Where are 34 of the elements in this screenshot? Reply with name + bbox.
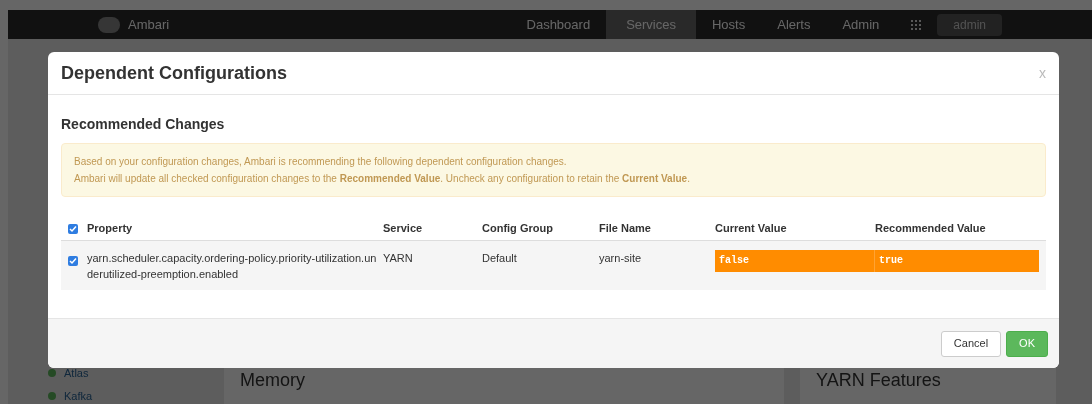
grid-icon[interactable]: [911, 19, 922, 30]
column-header: File Name: [599, 221, 652, 237]
column-header: Property: [87, 221, 134, 237]
nav-tab[interactable]: Alerts: [761, 10, 827, 39]
alert-text: Based on your configuration changes, Ambari is recommending the following dependent configuration changes.: [74, 155, 568, 169]
checkbox[interactable]: [68, 223, 78, 234]
column-header: Service: [383, 221, 424, 237]
sidebar-link[interactable]: Kafka: [64, 387, 93, 404]
column-header: Recommended Value: [875, 221, 987, 237]
column-header: Config Group: [482, 221, 554, 237]
brand-name[interactable]: Ambari: [128, 14, 170, 35]
nav-tab[interactable]: Dashboard: [510, 10, 607, 39]
section-heading: Recommended Changes: [61, 115, 226, 134]
value-field: true: [875, 250, 1039, 272]
alert-text: Ambari will update all checked configuration changes to the Recommended Value. Uncheck any configuration to retain the Current Value.: [74, 172, 691, 186]
panel-title: Memory: [240, 370, 305, 390]
cancel-button[interactable]: Cancel: [940, 330, 1002, 357]
column-header: Current Value: [715, 221, 788, 237]
sidebar-link[interactable]: Atlas: [64, 365, 89, 382]
table-cell-text: YARN: [383, 251, 414, 266]
table-cell-text: Default: [482, 251, 518, 266]
checkbox[interactable]: [68, 256, 78, 266]
status-icon: [48, 391, 56, 400]
logo-icon: [98, 16, 120, 33]
panel-title: YARN Features: [816, 370, 941, 390]
value-field: false: [715, 250, 875, 272]
close-button[interactable]: x: [1039, 62, 1046, 84]
dialog-title: Dependent Configurations: [61, 61, 287, 85]
ok-button[interactable]: OK: [1006, 330, 1048, 357]
status-icon: [48, 369, 56, 378]
table-cell-text: yarn.scheduler.capacity.ordering-policy.priority-utilization.underutilized-preemption.enabled: [87, 251, 378, 282]
table-cell-text: yarn-site: [599, 251, 643, 266]
nav-tab[interactable]: Hosts: [696, 10, 762, 39]
nav-tab[interactable]: Admin: [826, 10, 896, 39]
